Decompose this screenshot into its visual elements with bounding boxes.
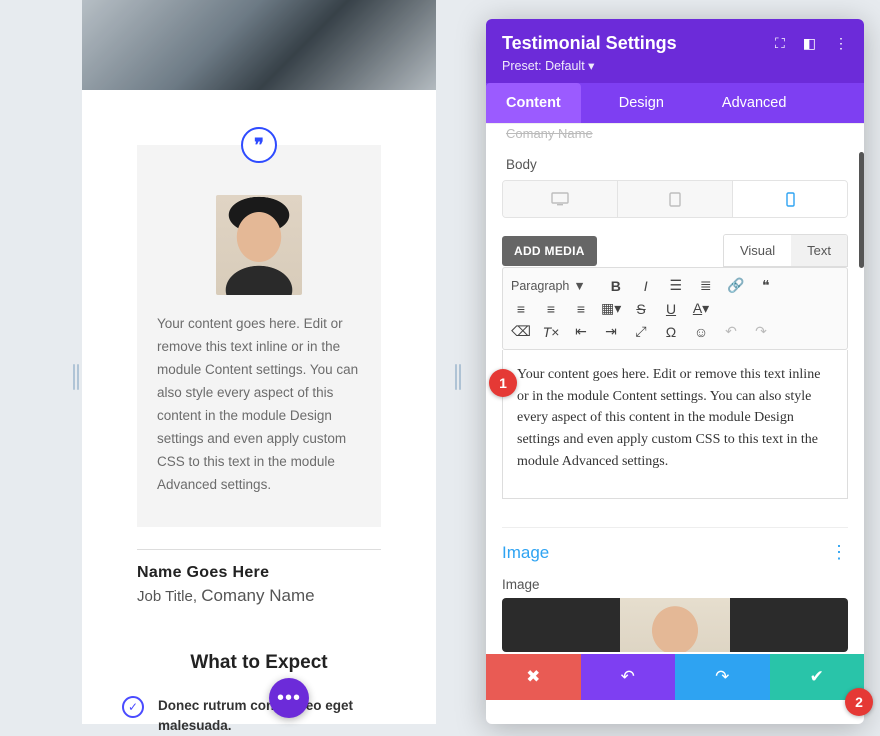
panel-tabs: Content Design Advanced — [486, 83, 864, 123]
mode-visual[interactable]: Visual — [724, 235, 791, 266]
desktop-icon — [551, 192, 569, 206]
divider — [137, 549, 381, 550]
scrollbar[interactable] — [859, 152, 864, 268]
settings-panel: Testimonial Settings ⛶ ◧ ⋮ Preset: Defau… — [486, 19, 864, 724]
tab-advanced[interactable]: Advanced — [702, 83, 807, 123]
redo-button[interactable]: ↷ — [675, 654, 770, 700]
job-title: Job Title, — [137, 588, 197, 605]
format-select[interactable]: Paragraph▼ — [511, 279, 596, 293]
module-actions-fab[interactable]: ••• — [269, 678, 309, 718]
page-preview: ❞ Your content goes here. Edit or remove… — [82, 0, 436, 724]
testimonial-meta: Name Goes Here Job Title, Comany Name — [137, 549, 381, 606]
strikethrough-icon[interactable]: S — [631, 301, 651, 317]
device-phone[interactable] — [732, 181, 847, 217]
quote-icon: ❞ — [241, 127, 277, 163]
resize-handle-right[interactable] — [455, 364, 461, 390]
device-desktop[interactable] — [503, 181, 617, 217]
device-tablet[interactable] — [617, 181, 732, 217]
italic-icon[interactable]: I — [636, 278, 656, 294]
responsive-tabs — [502, 180, 848, 218]
author-photo — [216, 195, 302, 295]
body-editor[interactable]: Your content goes here. Edit or remove t… — [502, 350, 848, 499]
hero-image — [82, 0, 436, 90]
kebab-menu-icon[interactable]: ⋮ — [834, 35, 848, 52]
image-accordion[interactable]: Image ⋮ — [502, 527, 848, 563]
resize-handle-left[interactable] — [73, 364, 79, 390]
body-label: Body — [506, 157, 844, 172]
image-upload-well[interactable] — [502, 598, 848, 652]
accordion-title: Image — [502, 543, 549, 563]
align-center-icon[interactable]: ≡ — [541, 301, 561, 317]
special-char-icon[interactable]: Ω — [661, 324, 681, 340]
emoji-icon[interactable]: ☺ — [691, 324, 711, 340]
indent-icon[interactable]: ⇥ — [601, 323, 621, 340]
editor-mode-tabs: Visual Text — [723, 234, 848, 267]
bold-icon[interactable]: B — [606, 278, 626, 294]
bullet-item[interactable]: ✓ Donec rutrum congue leo eget malesuada… — [122, 696, 396, 736]
section-heading[interactable]: What to Expect — [82, 652, 436, 674]
panel-title: Testimonial Settings — [502, 33, 775, 54]
author-name[interactable]: Name Goes Here — [137, 564, 381, 582]
annotation-2: 2 — [845, 688, 873, 716]
cancel-button[interactable]: ✖ — [486, 654, 581, 700]
testimonial-module[interactable]: ❞ Your content goes here. Edit or remove… — [137, 145, 381, 527]
expand-icon[interactable]: ⛶ — [775, 35, 785, 52]
table-icon[interactable]: ▦▾ — [601, 300, 621, 317]
preset-dropdown[interactable]: Preset: Default ▾ — [502, 58, 848, 73]
add-media-button[interactable]: ADD MEDIA — [502, 236, 597, 266]
prev-field-value: Comany Name — [502, 126, 848, 141]
blockquote-icon[interactable]: ❝ — [756, 277, 776, 294]
undo-button[interactable]: ↶ — [581, 654, 676, 700]
clear-format-icon[interactable]: ⌫ — [511, 323, 531, 340]
outdent-icon[interactable]: ⇤ — [571, 323, 591, 340]
company-name: Comany Name — [201, 586, 314, 605]
redo-icon[interactable]: ↷ — [751, 323, 771, 340]
text-color-icon[interactable]: A▾ — [691, 300, 711, 317]
tab-content[interactable]: Content — [486, 83, 581, 123]
fullscreen-icon[interactable]: ⤢ — [631, 323, 651, 340]
annotation-1: 1 — [489, 369, 517, 397]
bullet-list-icon[interactable]: ☰ — [666, 277, 686, 294]
mode-text[interactable]: Text — [791, 235, 847, 266]
underline-icon[interactable]: U — [661, 301, 681, 317]
tab-design[interactable]: Design — [599, 83, 684, 123]
image-label: Image — [502, 577, 848, 592]
author-role[interactable]: Job Title, Comany Name — [137, 586, 381, 606]
number-list-icon[interactable]: ≣ — [696, 277, 716, 294]
phone-icon — [786, 192, 795, 207]
check-circle-icon: ✓ — [122, 696, 144, 718]
align-left-icon[interactable]: ≡ — [511, 301, 531, 317]
paste-text-icon[interactable]: T× — [541, 324, 561, 340]
link-icon[interactable]: 🔗 — [726, 277, 746, 294]
snap-icon[interactable]: ◧ — [803, 35, 816, 52]
image-thumbnail — [620, 598, 730, 652]
panel-header: Testimonial Settings ⛶ ◧ ⋮ Preset: Defau… — [486, 19, 864, 83]
wysiwyg-toolbar: Paragraph▼ B I ☰ ≣ 🔗 ❝ ≡ ≡ ≡ ▦▾ S U A▾ ⌫… — [502, 267, 848, 350]
accordion-menu-icon[interactable]: ⋮ — [830, 542, 848, 563]
panel-action-bar: ✖ ↶ ↷ ✔ — [486, 654, 864, 700]
tablet-icon — [669, 192, 681, 207]
undo-icon[interactable]: ↶ — [721, 323, 741, 340]
panel-body: Comany Name Body ADD MEDIA Visual Text P… — [486, 123, 864, 724]
align-right-icon[interactable]: ≡ — [571, 301, 591, 317]
testimonial-body[interactable]: Your content goes here. Edit or remove t… — [157, 313, 361, 497]
